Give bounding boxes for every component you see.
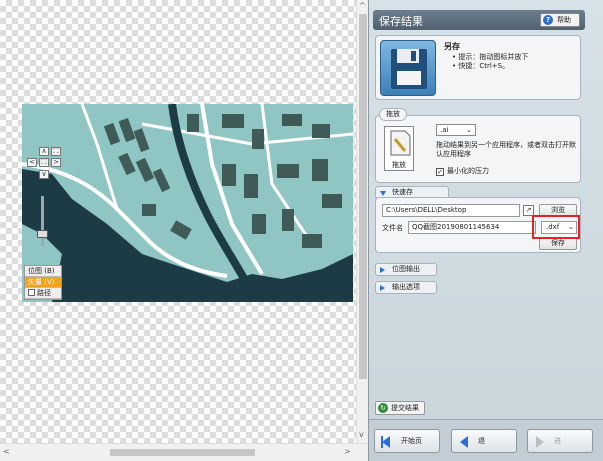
center-view-button[interactable]: ⛶ — [39, 158, 49, 167]
collapsed-triangle-icon — [380, 285, 385, 291]
drag-hint-text: 拖动结果到另一个应用程序，或者双击打开默认应用程序 — [436, 141, 576, 158]
view-mode-panel: 位图 (B) 矢量 (V) 路径 — [24, 265, 62, 300]
next-label: 进 — [554, 437, 561, 445]
horizontal-scroll-thumb[interactable] — [110, 449, 255, 456]
minimize-pressure-checkbox[interactable]: ✓ — [436, 168, 444, 176]
file-extension-select[interactable]: .dxf ⌄ — [541, 221, 577, 234]
drag-drop-card: 拖放 .ai ⌄ 拖动结果到另一个应用程序，或者双击打开默认应用程序 ✓ 最小化的… — [375, 115, 581, 183]
zoom-fit-button[interactable]: ⛶ — [51, 147, 61, 156]
pan-down-button[interactable]: ∨ — [39, 170, 49, 179]
filename-label: 文件名 — [382, 224, 403, 232]
scroll-down-icon[interactable]: v — [359, 430, 364, 439]
help-label: 帮助 — [557, 16, 571, 24]
chevron-down-icon: ⌄ — [466, 126, 472, 134]
drag-group-label: 拖放 — [379, 108, 407, 121]
help-button[interactable]: ? 帮助 — [540, 13, 580, 27]
horizontal-scrollbar[interactable]: < > — [0, 443, 368, 461]
preview-canvas[interactable]: ∧ ⛶ < ⛶ > ∨ 位图 (B) 矢量 (V) 路径 — [0, 0, 356, 443]
panel-title: 保存结果 — [379, 15, 423, 28]
vector-map-preview — [22, 104, 353, 302]
file-extension-value: .dxf — [546, 223, 560, 231]
back-button[interactable]: 退 — [451, 429, 517, 453]
back-label: 退 — [478, 437, 485, 445]
pan-right-button[interactable]: > — [51, 158, 61, 167]
view-mode-vector[interactable]: 矢量 (V) — [25, 277, 61, 288]
first-page-bar — [381, 436, 383, 448]
scroll-up-icon[interactable]: ^ — [359, 1, 366, 10]
filename-input[interactable]: QQ截图20190801145634 — [408, 221, 536, 234]
minimize-pressure-label: 最小化的压力 — [447, 167, 489, 175]
drag-format-select[interactable]: .ai ⌄ — [436, 124, 476, 136]
back-arrow-icon — [460, 436, 468, 448]
collapsed-triangle-icon — [380, 267, 385, 273]
vertical-scroll-thumb[interactable] — [359, 14, 367, 379]
next-arrow-icon — [536, 436, 544, 448]
path-checkbox[interactable] — [28, 289, 35, 296]
app-window: ∧ ⛶ < ⛶ > ∨ 位图 (B) 矢量 (V) 路径 ^ v < > 保存结… — [0, 0, 603, 461]
scroll-left-icon[interactable]: < — [3, 447, 10, 456]
save-path-field[interactable]: C:\Users\DELL\Desktop — [382, 204, 520, 217]
zoom-slider-thumb[interactable] — [37, 230, 48, 238]
output-options-label: 输出选项 — [392, 283, 420, 291]
quick-save-card: C:\Users\DELL\Desktop ↗ 浏览 文件名 QQ截图20190… — [375, 197, 581, 253]
map-graphic — [22, 104, 353, 302]
save-as-title: 另存 — [444, 42, 460, 51]
panel-header: 保存结果 ? 帮助 — [373, 10, 585, 30]
next-button[interactable]: 进 — [527, 429, 593, 453]
save-as-shortcut: • 快捷：Ctrl+S。 — [452, 62, 510, 70]
save-as-card[interactable]: 另存 • 提示：拖动图标并放下 • 快捷：Ctrl+S。 — [375, 35, 581, 100]
pan-up-button[interactable]: ∧ — [39, 147, 49, 156]
drag-file-icon[interactable]: 拖放 — [384, 126, 414, 171]
help-icon: ? — [543, 15, 553, 25]
wizard-footer: 开始页 退 进 — [369, 419, 603, 461]
drag-icon-label: 拖放 — [392, 161, 406, 169]
floppy-disk-icon[interactable] — [380, 40, 436, 96]
bitmap-output-label: 位图输出 — [392, 265, 420, 273]
submit-result-label: 提交结果 — [391, 404, 419, 412]
vertical-scrollbar[interactable]: ^ v — [356, 0, 368, 443]
view-mode-path[interactable]: 路径 — [25, 288, 61, 299]
browse-button[interactable]: 浏览 — [539, 204, 577, 217]
open-folder-icon[interactable]: ↗ — [523, 205, 534, 216]
submit-result-button[interactable]: ↻ 提交结果 — [375, 401, 425, 415]
quick-save-label: 快速存 — [392, 188, 413, 196]
drag-format-value: .ai — [440, 126, 449, 134]
first-page-icon — [382, 436, 390, 448]
expanded-triangle-icon — [380, 191, 386, 196]
save-button[interactable]: 保存 — [539, 237, 577, 250]
save-result-panel: 保存结果 ? 帮助 另存 • 提示：拖动图标并放下 • 快捷：Ctrl+S。 拖… — [368, 0, 603, 461]
bitmap-output-toggle[interactable]: 位图输出 — [375, 263, 437, 276]
scroll-right-icon[interactable]: > — [344, 447, 351, 456]
start-page-button[interactable]: 开始页 — [374, 429, 440, 453]
output-options-toggle[interactable]: 输出选项 — [375, 281, 437, 294]
refresh-icon: ↻ — [378, 403, 388, 413]
chevron-down-icon: ⌄ — [568, 223, 574, 231]
view-mode-bitmap[interactable]: 位图 (B) — [25, 266, 61, 277]
path-label: 路径 — [37, 289, 51, 297]
zoom-slider-track[interactable] — [41, 196, 44, 246]
minimize-pressure-option[interactable]: ✓ 最小化的压力 — [436, 166, 489, 176]
pan-left-button[interactable]: < — [27, 158, 37, 167]
start-page-label: 开始页 — [401, 437, 422, 445]
